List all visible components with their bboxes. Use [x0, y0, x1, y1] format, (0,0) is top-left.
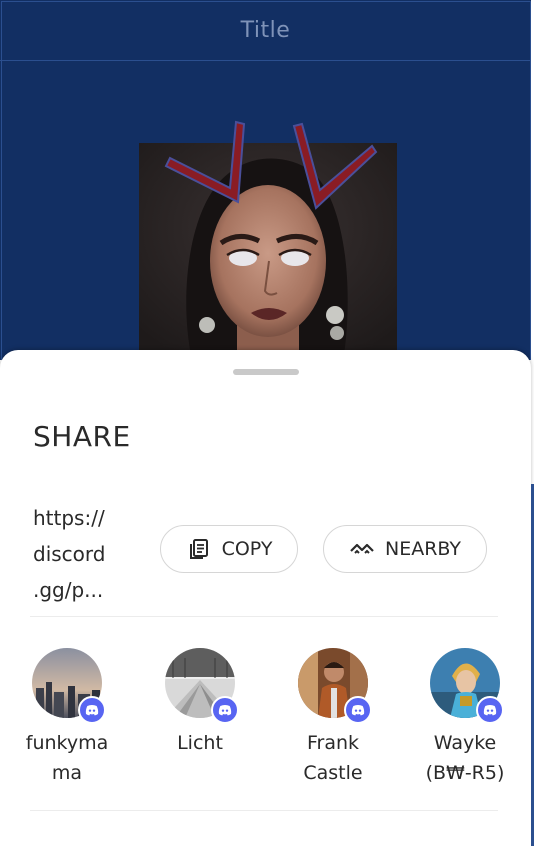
discord-icon — [78, 696, 106, 724]
divider — [30, 810, 498, 811]
nearby-icon — [349, 536, 375, 562]
contact-name: funkyma ma — [25, 732, 109, 784]
share-link-line: discord — [33, 542, 106, 566]
contact-name: Wayke (B₩-R5) — [425, 732, 505, 784]
copy-icon — [186, 536, 212, 562]
share-link-text: https:// discord .gg/p... — [33, 500, 143, 608]
avatar — [32, 648, 106, 724]
contact-frank-castle[interactable]: Frank Castle — [273, 648, 393, 788]
avatar — [165, 648, 239, 724]
copy-button[interactable]: COPY — [160, 525, 298, 573]
copy-button-label: COPY — [221, 538, 273, 560]
avatar — [430, 648, 504, 724]
discord-icon — [344, 696, 372, 724]
page-title: Title — [240, 17, 291, 43]
drag-handle[interactable] — [233, 369, 299, 375]
share-link-line: https:// — [33, 506, 105, 530]
contacts-row: funkyma ma Licht Frank Castle Wayke (B₩-… — [0, 648, 531, 798]
contact-name: Frank Castle — [303, 732, 363, 784]
share-heading: SHARE — [33, 420, 131, 453]
nearby-button[interactable]: NEARBY — [323, 525, 487, 573]
app-background: Title — [0, 0, 534, 360]
avatar — [298, 648, 372, 724]
contact-name: Licht — [177, 732, 223, 754]
contact-funkymama[interactable]: funkyma ma — [7, 648, 127, 788]
nearby-button-label: NEARBY — [384, 538, 462, 560]
divider — [30, 616, 498, 617]
contact-licht[interactable]: Licht — [140, 648, 260, 758]
discord-icon — [211, 696, 239, 724]
discord-icon — [476, 696, 504, 724]
contact-wayke[interactable]: Wayke (B₩-R5) — [405, 648, 525, 788]
title-bar: Title — [0, 0, 531, 61]
share-sheet[interactable]: SHARE https:// discord .gg/p... COPY NEA… — [0, 350, 531, 846]
horns-decoration — [164, 120, 378, 210]
share-link-line: .gg/p... — [33, 578, 104, 602]
